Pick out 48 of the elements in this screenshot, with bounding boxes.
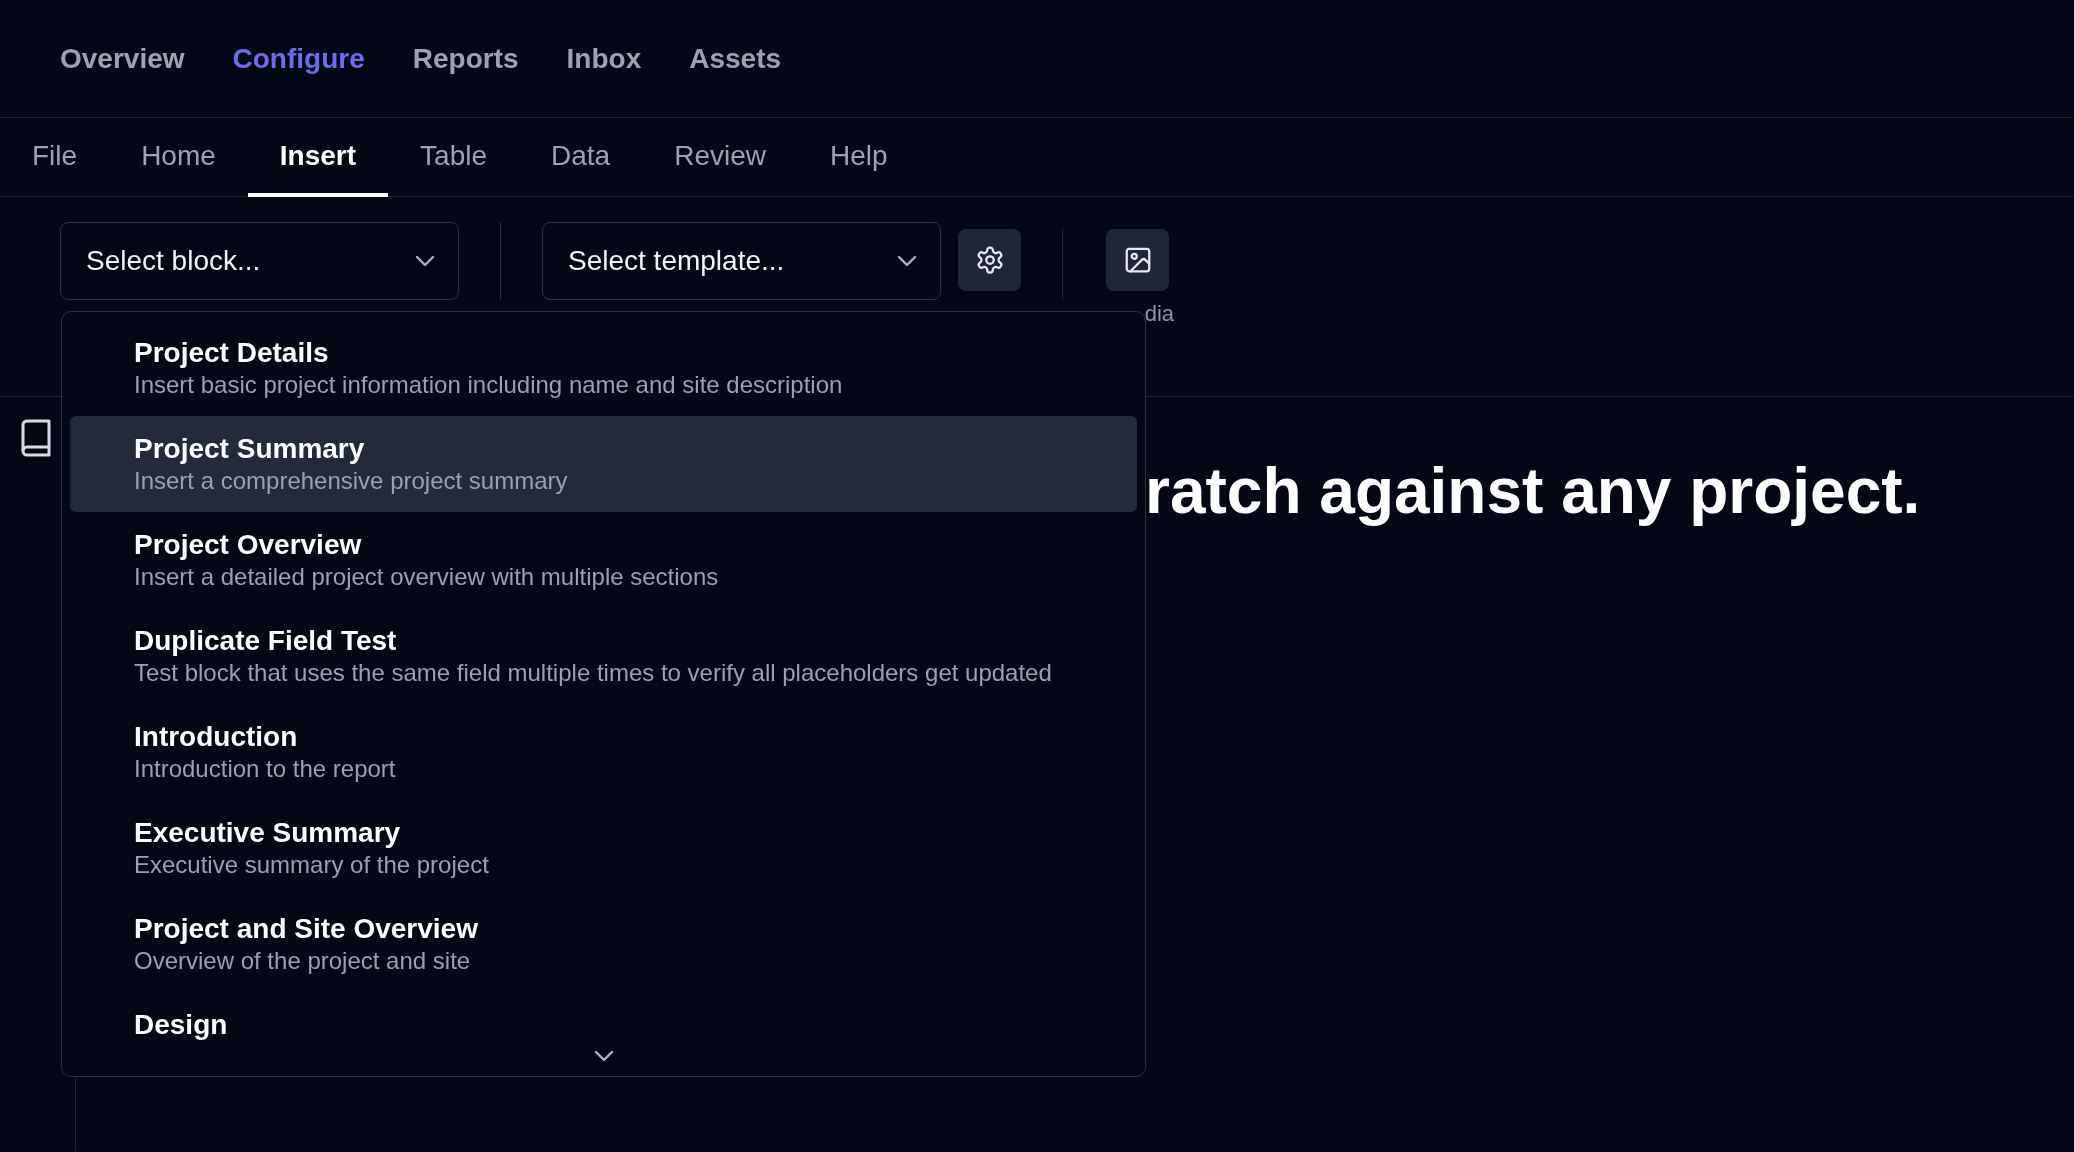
item-description: Executive summary of the project — [134, 850, 490, 880]
ribbon-tab[interactable]: Review — [642, 118, 798, 197]
menu-item[interactable]: Project Details Insert basic project information including name and site description — [70, 320, 1137, 416]
item-title: Project Details — [134, 336, 330, 370]
chevron-down-icon — [414, 254, 436, 268]
media-button[interactable] — [1106, 229, 1169, 291]
select-placeholder: Select block... — [86, 245, 261, 277]
item-title: Project Summary — [134, 432, 366, 466]
item-title: Project and Site Overview — [134, 912, 479, 946]
ribbon-tab[interactable]: Home — [109, 118, 248, 197]
item-title: Design — [134, 1008, 229, 1042]
item-description: Insert a detailed project overview with multiple sections — [134, 562, 720, 592]
book-icon[interactable] — [20, 419, 52, 457]
item-title: Executive Summary — [134, 816, 402, 850]
select-placeholder: Select template... — [568, 245, 785, 277]
item-description: Insert a comprehensive project summary — [134, 466, 569, 496]
nav-link[interactable]: Inbox — [566, 42, 642, 75]
ribbon-tab[interactable]: File — [0, 118, 110, 197]
template-select[interactable]: Select template... — [542, 222, 941, 300]
menu-item[interactable]: Project and Site Overview Overview of the project and site — [70, 896, 1137, 992]
item-description: Insert basic project information including name and site description — [134, 370, 844, 400]
item-title: Project Overview — [134, 528, 363, 562]
menu-item[interactable]: Design — [70, 992, 1137, 1044]
chevron-down-icon — [896, 254, 918, 268]
item-title: Introduction — [134, 720, 299, 754]
item-description: Overview of the project and site — [134, 946, 472, 976]
ribbon-tab[interactable]: Table — [388, 118, 519, 197]
item-title: Duplicate Field Test — [134, 624, 398, 658]
settings-icon — [974, 245, 1005, 275]
ribbon-tab[interactable]: Help — [798, 118, 920, 197]
menu-item[interactable]: Project Summary Insert a comprehensive project summary — [70, 416, 1137, 512]
menu-item[interactable]: Project Overview Insert a detailed project overview with multiple sections — [70, 512, 1137, 608]
menu-item[interactable]: Introduction Introduction to the report — [70, 704, 1137, 800]
item-description: Test block that uses the same field multiple times to verify all placeholders get updated — [134, 658, 1053, 688]
settings-button[interactable] — [958, 229, 1021, 291]
scroll-down-icon[interactable] — [592, 1049, 615, 1063]
nav-link[interactable]: Overview — [60, 42, 185, 75]
menu-item[interactable]: Executive Summary Executive summary of the project — [70, 800, 1137, 896]
menu-item[interactable]: Duplicate Field Test Test block that uses the same field multiple times to verify all placeholders get updated — [70, 608, 1137, 704]
ribbon-tab[interactable]: Insert — [247, 118, 389, 197]
nav-link[interactable]: Assets — [689, 42, 782, 75]
nav-link[interactable]: Reports — [412, 42, 519, 75]
page-heading: ratch against any project. — [1145, 455, 1922, 527]
nav-link[interactable]: Configure — [232, 42, 365, 75]
item-description: Introduction to the report — [134, 754, 397, 784]
ribbon-tab[interactable]: Data — [519, 118, 643, 197]
block-select[interactable]: Select block... — [60, 222, 459, 300]
media-label: dia — [1144, 301, 1174, 327]
